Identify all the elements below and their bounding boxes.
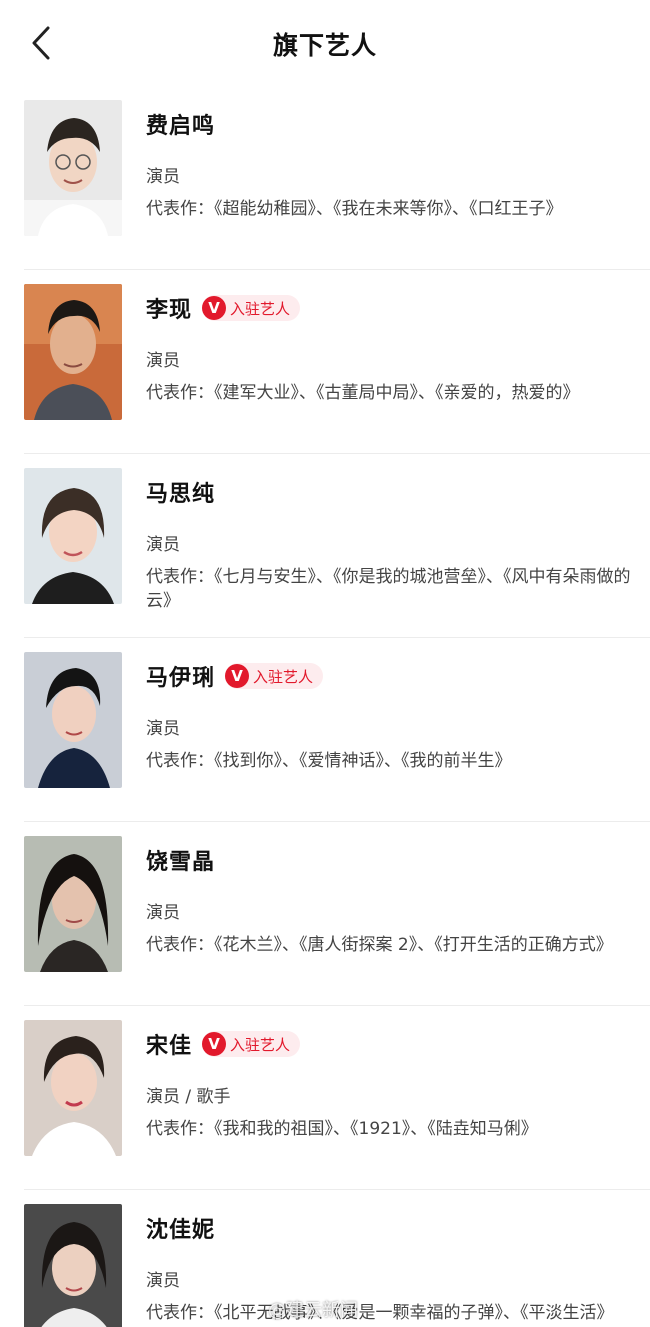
artist-works: 代表作：《花木兰》、《唐人街探案 2》、《打开生活的正确方式》 (146, 935, 613, 955)
artist-name: 费启鸣 (146, 114, 216, 139)
artist-role: 演员 (146, 1271, 180, 1291)
artist-name: 宋佳 (146, 1034, 193, 1059)
artist-row[interactable]: 马伊琍 V 入驻艺人 演员 代表作：《找到你》、《爱情神话》、《我的前半生》 (24, 638, 650, 822)
artist-photo (24, 1020, 122, 1156)
artist-works: 代表作：《七月与安生》、《你是我的城池营垒》、《风中有朵雨做的云》 (146, 567, 631, 611)
artist-works: 代表作：《北平无战事》、《爱是一颗幸福的子弹》、《平淡生活》 (146, 1303, 614, 1323)
artist-name: 饶雪晶 (146, 850, 216, 875)
artist-works: 代表作：《找到你》、《爱情神话》、《我的前半生》 (146, 751, 512, 771)
verified-label: 入驻艺人 (253, 667, 314, 686)
artist-row[interactable]: 马思纯 演员 代表作：《七月与安生》、《你是我的城池营垒》、《风中有朵雨做的云》 (24, 454, 650, 638)
artist-works: 代表作：《建军大业》、《古董局中局》、《亲爱的，热爱的》 (146, 383, 580, 403)
artist-photo (24, 836, 122, 972)
verified-badge: V 入驻艺人 (225, 663, 324, 689)
artist-photo (24, 468, 122, 604)
artist-role: 演员 (146, 719, 180, 739)
watermark: @建云新闻 (268, 1300, 358, 1321)
artist-works: 代表作：《超能幼稚园》、《我在未来等你》、《口红王子》 (146, 199, 563, 219)
artist-photo (24, 1204, 122, 1327)
artist-photo (24, 284, 122, 420)
verified-badge: V 入驻艺人 (202, 1031, 301, 1057)
artist-role: 演员 (146, 903, 180, 923)
top-bar: 旗下艺人 (0, 0, 650, 86)
verified-icon: V (202, 296, 227, 320)
verified-badge: V 入驻艺人 (202, 295, 301, 321)
artist-row[interactable]: 李现 V 入驻艺人 演员 代表作：《建军大业》、《古董局中局》、《亲爱的，热爱的… (24, 270, 650, 454)
verified-label: 入驻艺人 (230, 299, 291, 318)
artist-list: 费启鸣 演员 代表作：《超能幼稚园》、《我在未来等你》、《口红王子》 李现 V (0, 86, 650, 1327)
artist-role: 演员 (146, 167, 180, 187)
artist-photo (24, 652, 122, 788)
artist-row[interactable]: 宋佳 V 入驻艺人 演员 / 歌手 代表作：《我和我的祖国》、《1921》、《陆… (24, 1006, 650, 1190)
artist-role: 演员 / 歌手 (146, 1087, 231, 1107)
artist-photo (24, 100, 122, 236)
verified-label: 入驻艺人 (230, 1035, 291, 1054)
artist-role: 演员 (146, 535, 180, 555)
artist-row[interactable]: 饶雪晶 演员 代表作：《花木兰》、《唐人街探案 2》、《打开生活的正确方式》 (24, 822, 650, 1006)
artist-name: 李现 (146, 298, 193, 323)
artist-name: 沈佳妮 (146, 1218, 216, 1243)
page-title: 旗下艺人 (272, 31, 377, 60)
artist-name: 马思纯 (146, 482, 216, 507)
artist-works: 代表作：《我和我的祖国》、《1921》、《陆垚知马俐》 (146, 1119, 538, 1139)
verified-icon: V (225, 664, 250, 688)
artist-row[interactable]: 费启鸣 演员 代表作：《超能幼稚园》、《我在未来等你》、《口红王子》 (24, 86, 650, 270)
verified-icon: V (202, 1032, 227, 1056)
artist-name: 马伊琍 (146, 666, 216, 691)
artist-role: 演员 (146, 351, 180, 371)
